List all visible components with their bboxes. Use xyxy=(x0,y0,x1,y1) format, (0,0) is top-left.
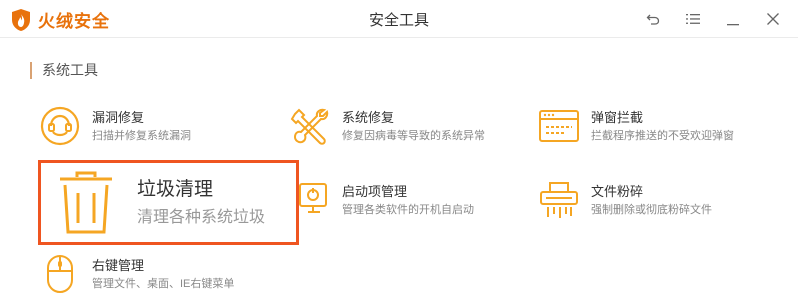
shredder-icon xyxy=(540,182,578,218)
tool-name: 弹窗拦截 xyxy=(591,109,644,125)
tool-text: 系统修复 修复因病毒等导致的系统异常 xyxy=(342,109,485,144)
trash-icon xyxy=(60,171,112,233)
minimize-button[interactable] xyxy=(720,8,746,30)
tool-file-shred[interactable]: 文件粉碎 强制删除或彻底粉碎文件 xyxy=(537,178,712,222)
tool-name: 启动项管理 xyxy=(342,183,408,199)
tool-vuln-fix[interactable]: 漏洞修复 扫描并修复系统漏洞 xyxy=(38,104,191,148)
tool-text: 右键管理 管理文件、桌面、IE右键菜单 xyxy=(92,257,234,292)
tool-desc: 管理各类软件的开机自启动 xyxy=(342,203,474,216)
mouse-icon xyxy=(47,255,73,293)
tool-name: 垃圾清理 xyxy=(137,178,214,200)
tool-context-menu[interactable]: 右键管理 管理文件、桌面、IE右键菜单 xyxy=(38,252,234,296)
undo-icon xyxy=(646,14,660,25)
tool-sys-repair[interactable]: 系统修复 修复因病毒等导致的系统异常 xyxy=(288,104,485,148)
tool-desc: 拦截程序推送的不受欢迎弹窗 xyxy=(591,129,734,142)
monitor-icon xyxy=(299,183,327,213)
tool-text: 垃圾清理 清理各种系统垃圾 xyxy=(137,177,265,229)
close-button[interactable] xyxy=(760,8,786,30)
title-bar: 火绒安全 安全工具 xyxy=(0,0,798,38)
tool-icon xyxy=(288,104,332,148)
tool-icon xyxy=(38,104,82,148)
popup-window-icon xyxy=(539,110,579,142)
tool-icon xyxy=(38,252,82,296)
app-name: 火绒安全 xyxy=(38,12,110,31)
window-controls xyxy=(626,8,786,30)
back-button[interactable] xyxy=(640,8,666,30)
menu-button[interactable] xyxy=(680,8,706,30)
tool-icon xyxy=(537,178,581,222)
tool-desc: 清理各种系统垃圾 xyxy=(137,208,266,226)
close-icon xyxy=(767,13,779,25)
tool-desc: 强制删除或彻底粉碎文件 xyxy=(591,203,712,216)
tool-icon xyxy=(288,178,332,222)
section-label: 系统工具 xyxy=(42,62,98,78)
tool-text: 漏洞修复 扫描并修复系统漏洞 xyxy=(92,109,191,144)
tool-text: 文件粉碎 强制删除或彻底粉碎文件 xyxy=(591,183,712,218)
shield-target-icon xyxy=(40,106,80,146)
minimize-icon xyxy=(727,24,739,26)
tool-text: 启动项管理 管理各类软件的开机自启动 xyxy=(342,183,474,218)
tool-junk-clean[interactable]: 垃圾清理 清理各种系统垃圾 xyxy=(38,160,299,245)
section-accent-bar xyxy=(30,61,32,79)
tool-desc: 修复因病毒等导致的系统异常 xyxy=(342,129,485,142)
tool-startup-mgr[interactable]: 启动项管理 管理各类软件的开机自启动 xyxy=(288,178,474,222)
tool-name: 系统修复 xyxy=(342,109,395,125)
wrench-screwdriver-icon xyxy=(290,108,329,145)
app-logo: 火绒安全 xyxy=(10,7,110,32)
section-header: 系统工具 xyxy=(30,60,98,80)
tool-text: 弹窗拦截 拦截程序推送的不受欢迎弹窗 xyxy=(591,109,734,144)
tool-name: 右键管理 xyxy=(92,257,145,273)
tool-icon xyxy=(537,104,581,148)
tool-name: 漏洞修复 xyxy=(92,109,145,125)
tool-desc: 管理文件、桌面、IE右键菜单 xyxy=(92,277,235,290)
flame-shield-icon xyxy=(12,8,30,31)
tool-desc: 扫描并修复系统漏洞 xyxy=(92,129,191,142)
tool-popup-block[interactable]: 弹窗拦截 拦截程序推送的不受欢迎弹窗 xyxy=(537,104,734,148)
list-menu-icon xyxy=(686,14,700,24)
tool-name: 文件粉碎 xyxy=(591,183,644,199)
tool-icon xyxy=(49,166,123,240)
